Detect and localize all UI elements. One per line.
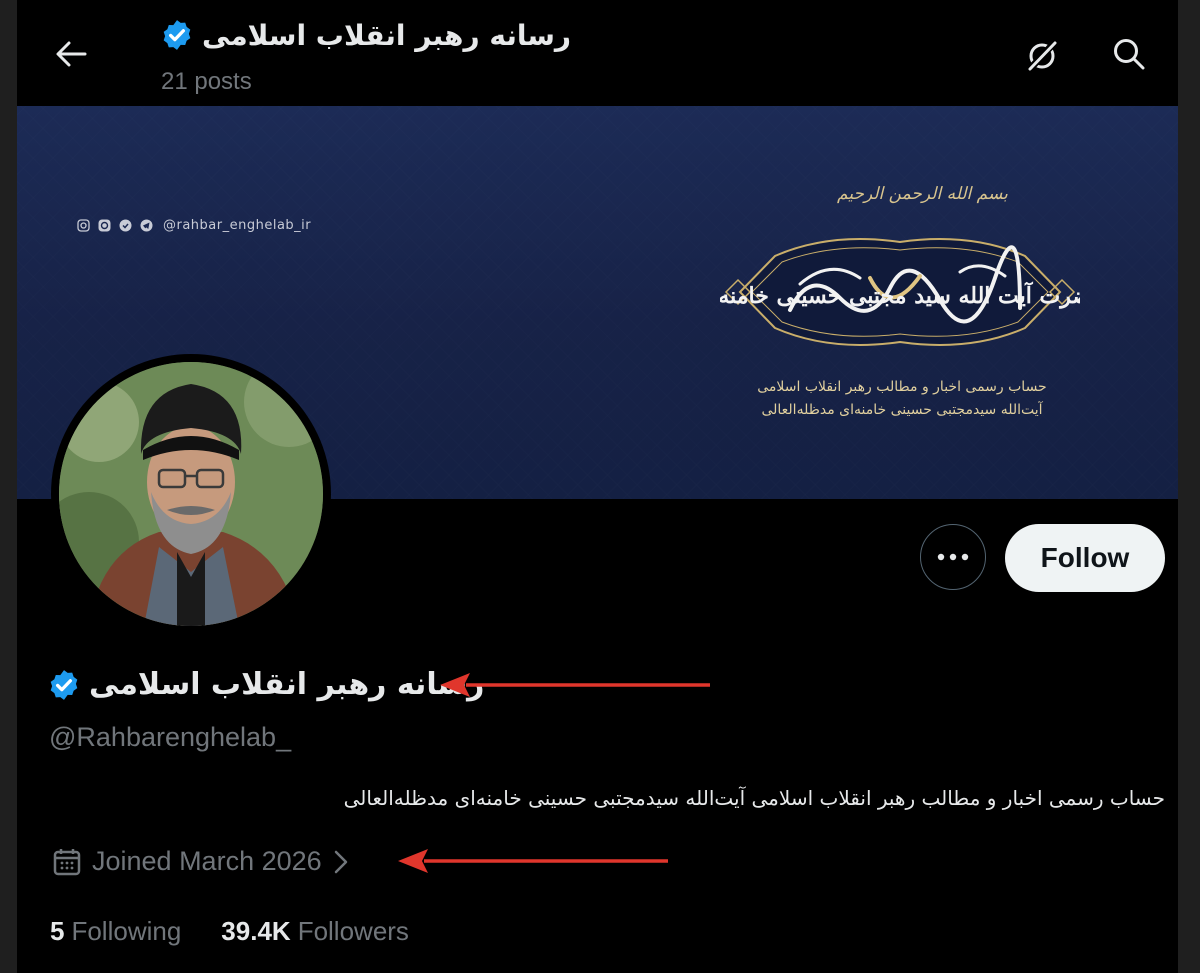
back-button[interactable] [51, 34, 91, 74]
bale-icon [119, 219, 132, 232]
more-options-button[interactable] [920, 524, 986, 590]
calendar-icon [53, 848, 81, 875]
follow-stats: 5 Following 39.4K Followers [50, 916, 409, 947]
search-button[interactable] [1109, 34, 1149, 74]
banner-social-row: @rahbar_enghelab_ir [77, 218, 311, 233]
search-icon [1114, 39, 1145, 70]
profile-display-name: رسانه رهبر انقلاب اسلامی [47, 667, 484, 702]
annotation-arrow-joined [398, 849, 668, 873]
following-count: 5 [50, 916, 65, 946]
banner-description: حساب رسمی اخبار و مطالب رهبر انقلاب اسلا… [717, 376, 1087, 422]
annotation-arrow-name [440, 673, 710, 697]
window-frame-left [0, 0, 17, 973]
banner-handle: @rahbar_enghelab_ir [163, 218, 312, 233]
followers-count: 39.4K [221, 916, 291, 946]
banner-basmala: بسم الله الرحمن الرحیم [837, 184, 1008, 204]
following-link[interactable]: 5 Following [50, 916, 181, 947]
instagram-icon [77, 219, 90, 232]
grok-button[interactable] [1022, 36, 1062, 76]
eitaa-icon [98, 219, 111, 232]
follow-button[interactable]: Follow [1005, 524, 1165, 592]
avatar[interactable] [51, 354, 331, 634]
banner-desc-line1: حساب رسمی اخبار و مطالب رهبر انقلاب اسلا… [757, 379, 1047, 395]
header-title: رسانه رهبر انقلاب اسلامی [160, 18, 571, 52]
profile-handle: @Rahbarenghelab_ [49, 722, 292, 752]
verified-badge-icon [163, 20, 191, 50]
avatar-photo [59, 362, 323, 626]
joined-text: Joined March 2026 [92, 846, 322, 876]
profile-header: رسانه رهبر انقلاب اسلامی 21 posts [17, 0, 1178, 106]
back-arrow-icon [56, 41, 87, 67]
header-name: رسانه رهبر انقلاب اسلامی [202, 18, 572, 52]
followers-link[interactable]: 39.4K Followers [221, 916, 409, 947]
grok-icon [1026, 39, 1058, 73]
chevron-right-icon [334, 850, 347, 873]
telegram-icon [140, 219, 153, 232]
window-frame-right [1178, 0, 1200, 973]
profile-bio: حساب رسمی اخبار و مطالب رهبر انقلاب اسلا… [343, 786, 1165, 810]
following-label: Following [71, 916, 182, 946]
joined-date[interactable]: Joined March 2026 [52, 846, 350, 877]
more-icon [937, 553, 969, 561]
post-count: 21 posts [161, 68, 252, 95]
followers-label: Followers [297, 916, 409, 946]
banner-calligraphy-text: حضرت آیت الله سید مجتبی حسینی خامنه‌ای [720, 281, 1080, 309]
banner-calligraphy-plaque: حضرت آیت الله سید مجتبی حسینی خامنه‌ای [695, 228, 1105, 356]
banner-desc-line2: آیت‌الله سیدمجتبی حسینی خامنه‌ای مدظله‌ا… [761, 402, 1043, 418]
verified-badge-icon [50, 669, 78, 700]
display-name-text: رسانه رهبر انقلاب اسلامی [89, 667, 485, 702]
